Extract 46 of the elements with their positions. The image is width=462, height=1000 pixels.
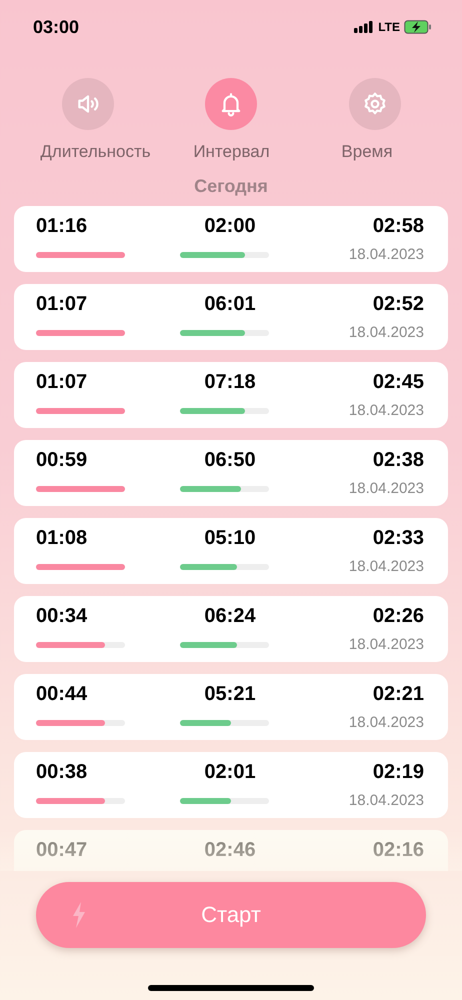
duration-value: 00:59 [36,449,88,472]
tab[interactable]: Интервал [193,78,270,170]
lightning-icon [72,902,86,928]
start-button[interactable]: Старт [36,882,426,948]
date-label: 18.04.2023 [348,558,424,575]
status-time: 03:00 [33,16,80,38]
tab[interactable]: Длительность [18,78,158,170]
interval-value: 02:01 [203,761,257,784]
time-value: 02:19 [372,761,424,784]
duration-value: 01:07 [36,371,88,394]
interval-value: 06:50 [203,449,257,472]
date-label: 18.04.2023 [348,714,424,731]
time-value: 02:38 [372,449,424,472]
network-label: LTE [378,20,400,34]
date-label: 18.04.2023 [348,324,424,341]
date-label: 18.04.2023 [348,402,424,419]
duration-value: 00:47 [36,839,88,862]
signal-icon [354,21,374,33]
duration-value: 00:38 [36,761,88,784]
time-value: 02:26 [372,605,424,628]
section-title: Сегодня [193,176,269,198]
interval-value: 06:24 [203,605,257,628]
date-label: 18.04.2023 [348,792,424,809]
battery-icon [404,20,432,34]
time-value: 02:16 [372,839,424,862]
date-label: 18.04.2023 [348,480,424,497]
time-value: 02:33 [372,527,424,550]
settings-icon [362,91,388,117]
time-value: 02:52 [372,293,424,316]
time-value: 02:58 [372,215,424,238]
date-label: 18.04.2023 [348,636,424,653]
date-label: 18.04.2023 [348,246,424,263]
interval-value: 05:10 [203,527,257,550]
duration-value: 00:44 [36,683,88,706]
time-value: 02:45 [372,371,424,394]
duration-value: 01:16 [36,215,88,238]
duration-value: 01:07 [36,293,88,316]
tab[interactable]: Время [304,78,445,170]
interval-value: 06:01 [203,293,257,316]
duration-value: 01:08 [36,527,88,550]
interval-value: 02:46 [203,839,257,862]
interval-value: 07:18 [203,371,257,394]
interval-value: 02:00 [203,215,257,238]
duration-value: 00:34 [36,605,88,628]
interval-value: 05:21 [203,683,257,706]
time-value: 02:21 [372,683,424,706]
